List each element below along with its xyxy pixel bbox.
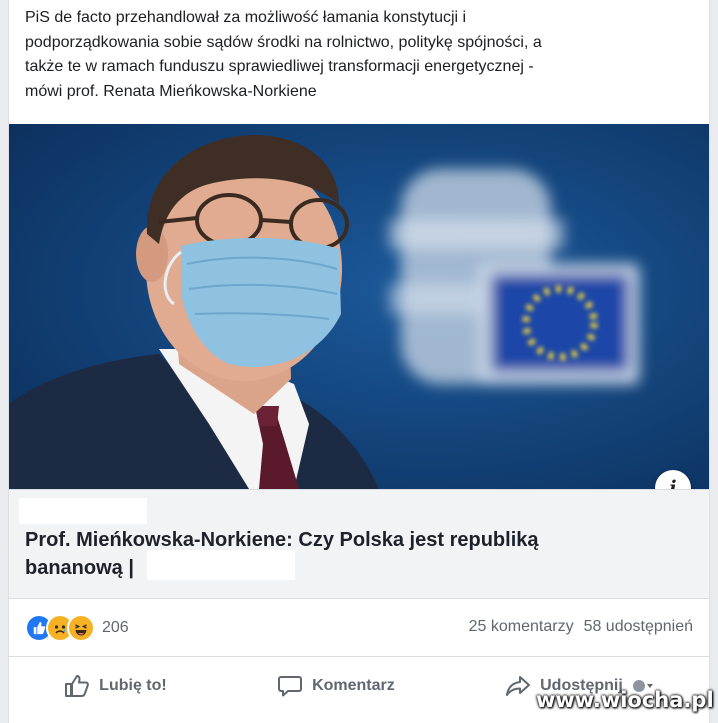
link-headline[interactable]: Prof. Mieńkowska-Norkiene: Czy Polska je… bbox=[25, 526, 685, 582]
reactions-summary[interactable]: 206 bbox=[25, 614, 129, 642]
share-icon bbox=[506, 676, 531, 696]
redaction-box bbox=[147, 550, 295, 580]
post-text-line: PiS de facto przehandlował za możliwość … bbox=[25, 9, 467, 26]
comment-icon bbox=[278, 676, 303, 697]
reaction-count: 206 bbox=[102, 619, 129, 636]
comment-button-label: Komentarz bbox=[312, 677, 395, 694]
shares-count-link[interactable]: 58 udostępnień bbox=[584, 618, 693, 636]
comment-button[interactable]: Komentarz bbox=[277, 674, 395, 698]
haha-reaction-icon bbox=[67, 614, 95, 642]
like-button[interactable]: Lubię to! bbox=[64, 674, 167, 698]
post-text-line: także te w ramach funduszu sprawiedliwej… bbox=[25, 58, 534, 75]
thumbs-up-icon bbox=[65, 675, 90, 697]
link-headline-line: Prof. Mieńkowska-Norkiene: Czy Polska je… bbox=[25, 529, 539, 551]
post-text-line: mówi prof. Renata Mieńkowska-Norkiene bbox=[25, 82, 317, 100]
like-button-label: Lubię to! bbox=[99, 677, 167, 694]
link-preview[interactable]: Prof. Mieńkowska-Norkiene: Czy Polska je… bbox=[9, 489, 709, 599]
facebook-post: PiS de facto przehandlował za możliwość … bbox=[8, 0, 710, 723]
post-stats: 206 25 komentarzy 58 udostępnień bbox=[9, 600, 709, 657]
link-headline-line: bananową | bbox=[25, 557, 134, 579]
redaction-box bbox=[19, 498, 147, 524]
post-text: PiS de facto przehandlował za możliwość … bbox=[25, 6, 693, 104]
site-watermark: www.wiocha.pl bbox=[536, 688, 714, 712]
photo-illustration bbox=[9, 124, 709, 489]
link-preview-image[interactable] bbox=[9, 124, 709, 489]
post-text-line: podporządkowania sobie sądów środki na r… bbox=[25, 33, 542, 51]
comments-count-link[interactable]: 25 komentarzy bbox=[469, 618, 574, 636]
